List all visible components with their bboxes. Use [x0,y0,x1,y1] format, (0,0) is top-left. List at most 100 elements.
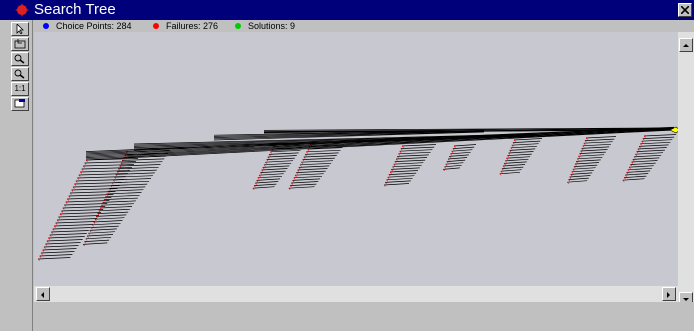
tree-edge [574,162,600,165]
tree-edge [92,222,121,226]
tree-edge [635,152,664,155]
arrow-up-icon [683,44,689,47]
close-button[interactable] [678,3,692,17]
tree-edge [111,180,150,184]
tree-edge [52,227,91,230]
search-tree-graph [37,126,678,261]
tree-edge [510,145,537,149]
tree-edge [48,236,85,239]
tree-edge [623,175,647,178]
scroll-up-button[interactable] [679,38,693,52]
tree-edge [508,151,534,154]
tree-edge [399,149,433,152]
tree-edge [101,203,134,206]
tree-edge [577,156,603,160]
tree-edge [387,175,415,178]
tree-edge [38,257,71,260]
size-grip[interactable] [678,302,694,331]
tree-edge [107,189,144,192]
tree-layout-icon [14,99,25,108]
tree-edge [573,164,598,167]
tree-edge [626,170,651,173]
tree-edge [579,151,606,154]
tree-edge [401,144,437,147]
horizontal-scrollbar[interactable] [34,286,678,302]
zoom-actual-button[interactable]: 1:1 [11,82,29,96]
tree-edge [299,162,332,166]
tree-edge [637,147,667,150]
tree-edge [391,167,420,170]
tree-edge [298,165,330,168]
tree-edge [452,146,475,149]
tree-edge [257,175,282,179]
tree-edge [41,251,75,254]
title-bar[interactable]: Search Tree [0,0,694,20]
tree-edge [642,136,675,139]
tree-edge [58,215,100,218]
tree-edge [106,192,142,195]
tree-edge [64,203,108,206]
tree-edge [507,153,532,156]
tree-edge [449,154,469,157]
tree-edge [253,183,277,186]
select-tool-button[interactable] [11,22,29,36]
tree-edge [255,181,279,184]
zoom-in-button[interactable] [11,52,29,66]
tree-edge [385,180,411,183]
tree-edge [504,161,527,164]
tree-edge [306,149,341,153]
tree-edge [288,186,315,189]
tree-edge [392,164,422,168]
tree-edge [39,254,73,257]
tree-edge [261,168,288,171]
tree-edge [88,231,115,234]
tree-edge [506,156,531,159]
choice-point-dot-icon [43,23,49,29]
tree-edge [260,170,286,173]
tree-edge [568,177,589,180]
fit-to-window-button[interactable] [11,37,29,51]
tree-edge [572,167,596,170]
vertical-scrollbar[interactable] [678,32,694,306]
search-tree-canvas[interactable] [34,32,678,286]
toolbar-divider [32,20,33,331]
tree-edge [302,157,335,160]
tree-edge [89,228,117,231]
tree-edge [638,144,669,147]
tree-edge [43,245,79,248]
choice-points-label: Choice Points: 284 [56,21,132,31]
window-title: Search Tree [34,1,116,18]
tree-edge [630,162,656,165]
tree-edge [389,170,419,173]
tree-edge [268,152,299,155]
tree-edge [49,233,87,236]
tree-edge [501,166,524,169]
tree-edge [85,236,112,240]
tree-edge [583,141,613,144]
tree-edge [262,165,290,168]
failures-label: Failures: 276 [166,21,219,31]
tree-edge [289,183,317,186]
close-icon [681,6,689,14]
tool-palette: 1:1 [10,20,33,331]
tree-edge [68,194,114,197]
tree-edge [578,154,605,157]
tree-edge [513,138,543,141]
tree-edge [580,149,608,152]
tree-layout-button[interactable] [11,97,29,111]
tree-edge [450,151,471,155]
search-tree-window: Search Tree 1:1 Choice Points: 284 Failu… [0,0,694,331]
zoom-actual-icon: 1:1 [14,84,26,93]
legend-solutions: Solutions: 9 [235,20,295,32]
tree-edge [388,172,417,175]
tree-edge [509,148,536,151]
tree-edge [296,170,326,173]
scroll-left-button[interactable] [36,287,50,301]
scroll-right-button[interactable] [662,287,676,301]
tree-edge [45,242,81,245]
fit-to-window-icon [14,39,26,49]
zoom-out-button[interactable] [11,67,29,81]
tree-edge [265,160,294,163]
select-arrow-icon [16,24,24,34]
tree-edge [258,173,284,176]
